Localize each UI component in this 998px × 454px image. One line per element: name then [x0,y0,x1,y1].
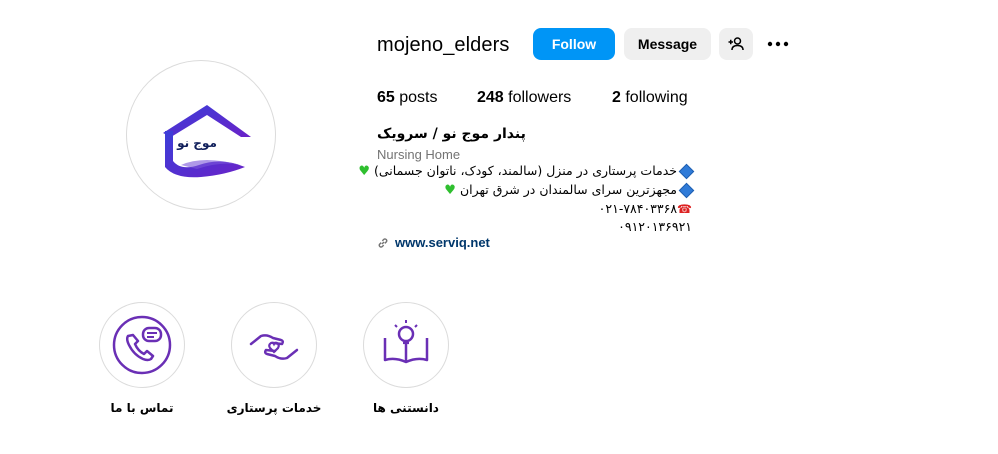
bio-link[interactable]: www.serviq.net [377,235,490,250]
posts-label: posts [399,89,438,106]
green-heart-icon: ♥ [358,164,371,179]
highlight-contact[interactable] [99,302,185,388]
followers-number: 248 [477,89,504,106]
highlight-label-knowledge: دانستنی ها [373,401,439,415]
highlight-nursing[interactable] [231,302,317,388]
suggest-users-button[interactable] [719,28,753,60]
more-options-button[interactable] [766,36,790,52]
bio-phone-1: ۰۲۱-۷۸۴۰۳۳۶۸ [598,201,678,216]
bio-line-1: خدمات پرستاری در منزل (سالمند، کودک، نات… [358,163,695,180]
highlight-knowledge[interactable] [363,302,449,388]
followers-link[interactable]: 248 followers [477,89,571,107]
bio-name: پندار موج نو / سرویک [377,126,526,142]
posts-count: 65 posts [377,89,438,107]
blue-diamond-icon [678,182,695,199]
logo-icon: موج نو [163,105,251,178]
following-link[interactable]: 2 following [612,89,688,107]
person-add-icon [728,37,744,51]
following-label: following [625,89,688,106]
profile-username: mojeno_elders [377,34,510,56]
follow-button[interactable]: Follow [533,28,615,60]
posts-number: 65 [377,89,395,106]
bio-line-2-text: مجهزترین سرای سالمندان در شرق تهران [459,182,677,197]
message-button[interactable]: Message [624,28,711,60]
highlight-label-nursing: خدمات پرستاری [226,401,322,415]
book-lightbulb-icon [383,320,429,364]
bio-line-2: مجهزترین سرای سالمندان در شرق تهران ♥ [444,182,695,199]
logo-text: موج نو [176,136,217,151]
followers-label: followers [508,89,572,106]
blue-diamond-icon [678,163,695,180]
green-heart-icon: ♥ [444,183,456,198]
profile-avatar[interactable]: موج نو [126,60,276,210]
phone-chat-icon [112,315,172,375]
care-hands-icon [249,334,299,360]
bio-line-1-text: خدمات پرستاری در منزل (سالمند، کودک، نات… [374,163,677,178]
highlight-label-contact: تماس با ما [110,401,174,415]
more-dots-icon [767,41,789,47]
bio-line-3: ☎۰۲۱-۷۸۴۰۳۳۶۸ [599,201,692,216]
telephone-icon: ☎ [677,202,692,216]
bio-phone-2: ۰۹۱۲۰۱۳۶۹۲۱ [618,219,692,234]
link-icon [378,237,388,248]
following-number: 2 [612,89,621,106]
bio-category: Nursing Home [377,147,461,162]
bio-link-text: www.serviq.net [395,235,490,250]
bio-line-4: ۰۹۱۲۰۱۳۶۹۲۱ [618,219,692,234]
